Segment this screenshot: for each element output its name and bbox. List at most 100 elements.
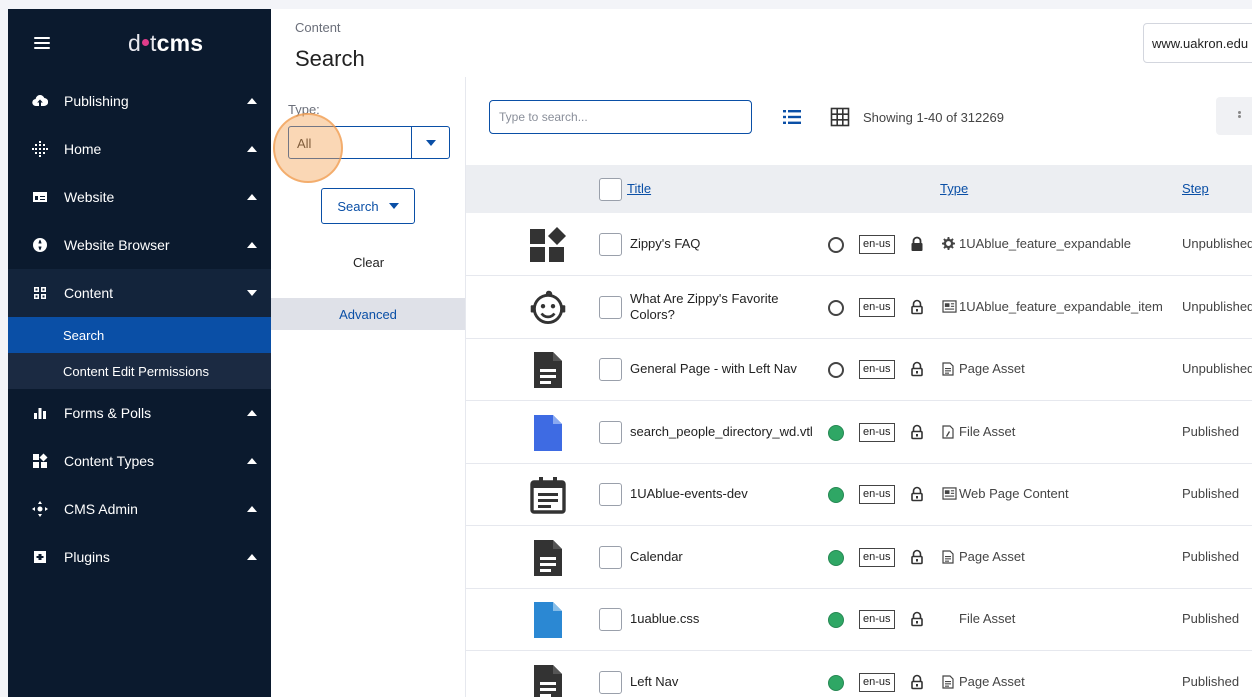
row-type-label: Page Asset [959,548,1025,564]
bar-chart-icon [32,405,48,421]
language-badge: en-us [859,235,895,254]
light-blue-file-icon [528,600,568,640]
row-title[interactable]: search_people_directory_wd.vtl [630,424,820,440]
row-checkbox[interactable] [599,608,622,631]
row-checkbox[interactable] [599,420,622,444]
unlock-icon[interactable] [910,611,924,627]
document-icon [942,674,955,689]
row-checkbox[interactable] [599,545,622,569]
list-view-icon[interactable] [782,107,802,127]
row-checkbox[interactable] [599,670,622,694]
sidebar-subitem-content-edit-permissions[interactable]: Content Edit Permissions [8,353,271,389]
language-badge: en-us [859,297,895,317]
more-actions-button[interactable] [1216,97,1252,135]
table-row[interactable]: Calendar en-us Page Asset Published [466,526,1252,589]
row-checkbox[interactable] [599,295,622,319]
caret-up-icon [247,242,257,248]
unlock-icon[interactable] [910,299,924,315]
status-published-icon [828,612,844,628]
unlock-icon[interactable] [910,424,924,440]
unlock-icon[interactable] [910,486,924,502]
row-title[interactable]: 1UAblue-events-dev [630,486,820,502]
row-title[interactable]: 1uablue.css [630,611,820,627]
status-unpublished-icon [828,299,844,316]
results-count: Showing 1-40 of 312269 [863,110,1004,125]
type-dropdown-value[interactable]: All [289,127,411,158]
row-title[interactable]: General Page - with Left Nav [630,361,820,377]
row-type: Page Asset [942,549,1025,564]
site-selector[interactable]: www.uakron.edu [1143,23,1252,63]
sidebar-item-plugins[interactable]: Plugins [8,533,271,581]
unlock-icon[interactable] [910,674,924,690]
status-published-icon [828,487,844,503]
results-panel: Showing 1-40 of 312269 Title Type Step Z… [466,77,1252,697]
caret-up-icon [247,506,257,512]
sidebar-item-content[interactable]: Content [8,269,271,317]
cloud-upload-icon [32,93,48,109]
type-dropdown[interactable]: All [288,126,450,159]
sidebar-item-website[interactable]: Website [8,173,271,221]
search-input[interactable] [489,100,752,134]
row-title[interactable]: Calendar [630,549,820,565]
row-type-label: File Asset [959,423,1016,439]
sidebar-item-content-types[interactable]: Content Types [8,437,271,485]
row-step: Unpublished [1182,236,1252,251]
row-title[interactable]: Zippy's FAQ [630,236,820,252]
blocks-icon [32,453,48,469]
dotcms-logo[interactable]: d tcms [128,30,203,57]
row-checkbox[interactable] [599,483,622,506]
advanced-toggle[interactable]: Advanced [271,298,465,330]
sidebar-subitem-search[interactable]: Search [8,317,271,353]
sidebar-item-label: Website Browser [64,237,170,253]
grid-view-icon[interactable] [830,107,850,127]
blocks-icon [528,225,568,265]
status-published-icon [828,424,844,441]
document-icon [942,549,955,564]
lock-icon[interactable] [910,236,924,252]
clear-button[interactable]: Clear [271,255,466,270]
breadcrumb[interactable]: Content [295,20,341,35]
sidebar-item-label: Website [64,189,115,205]
menu-toggle-icon[interactable] [34,37,50,49]
row-checkbox[interactable] [599,358,622,381]
unlock-icon[interactable] [910,549,924,565]
sidebar-item-cms-admin[interactable]: CMS Admin [8,485,271,533]
table-row[interactable]: 1uablue.css en-us File Asset Published [466,588,1252,651]
column-step[interactable]: Step [1182,181,1209,196]
calendar-icon [528,475,568,515]
language-badge: en-us [859,547,895,567]
row-step: Published [1182,611,1240,626]
status-published-icon [828,674,844,691]
row-type: Page Asset [942,361,1025,376]
type-label: Type: [288,102,320,117]
status-unpublished-icon [828,362,844,378]
table-row[interactable]: Left Nav en-us Page Asset Published [466,651,1252,697]
column-title[interactable]: Title [627,181,651,196]
sidebar-item-home[interactable]: Home [8,125,271,173]
search-button[interactable]: Search [321,188,415,224]
table-row[interactable]: What Are Zippy's Favorite Colors? en-us 1U… [466,276,1252,339]
file-icon [942,424,955,439]
sidebar-item-label: Content Types [64,453,155,469]
grid-icon [32,285,48,301]
table-row[interactable]: Zippy's FAQ en-us 1UAblue_feature_expandab… [466,213,1252,276]
globe-icon [32,237,48,253]
table-row[interactable]: search_people_directory_wd.vtl en-us File … [466,401,1252,464]
select-all-checkbox[interactable] [599,178,622,201]
table-row[interactable]: General Page - with Left Nav en-us Page As… [466,338,1252,401]
row-checkbox[interactable] [599,233,622,256]
plugin-icon [32,549,48,565]
table-row[interactable]: 1UAblue-events-dev en-us Web Page Content P… [466,463,1252,526]
sidebar-item-forms-polls[interactable]: Forms & Polls [8,389,271,437]
sidebar-header: d tcms [8,9,271,77]
row-title[interactable]: What Are Zippy's Favorite Colors? [630,291,820,323]
sidebar-item-website-browser[interactable]: Website Browser [8,221,271,269]
unlock-icon[interactable] [910,361,924,377]
type-dropdown-toggle[interactable] [411,127,449,158]
row-type-label: 1UAblue_feature_expandable_item [959,298,1163,314]
row-type-label: File Asset [959,611,1016,626]
column-type[interactable]: Type [940,181,968,196]
sidebar-item-publishing[interactable]: Publishing [8,77,271,125]
row-title[interactable]: Left Nav [630,674,820,690]
caret-up-icon [247,146,257,152]
